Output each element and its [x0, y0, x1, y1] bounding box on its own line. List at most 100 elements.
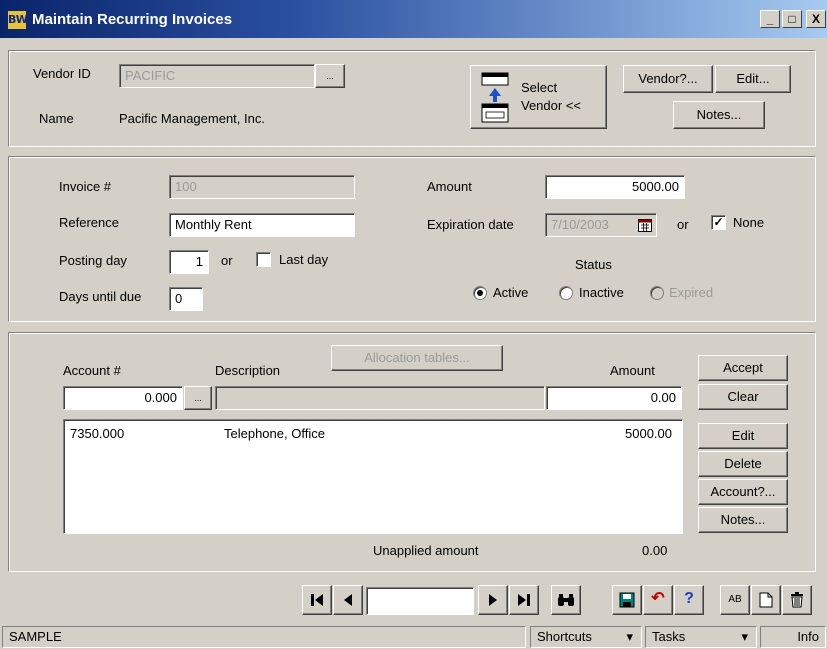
invoice-number-field[interactable]: 100 [169, 175, 355, 199]
first-record-icon [311, 594, 323, 606]
reference-field[interactable]: Monthly Rent [169, 213, 355, 237]
invoice-number-label: Invoice # [59, 179, 112, 194]
posting-or-label: or [221, 253, 233, 268]
first-record-button[interactable] [302, 585, 332, 615]
status-active-radio[interactable] [473, 286, 487, 300]
expiration-date-value: 7/10/2003 [551, 217, 609, 232]
list-item-account: 7350.000 [70, 426, 125, 441]
invoice-panel: Invoice # 100 Reference Monthly Rent Pos… [8, 156, 816, 322]
last-day-label: Last day [279, 252, 329, 267]
account-column-header: Account # [63, 363, 121, 378]
previous-record-button[interactable] [333, 585, 363, 615]
status-bar: SAMPLE Shortcuts ▾ Tasks ▾ Info [0, 624, 827, 649]
save-button[interactable] [612, 585, 642, 615]
clear-button[interactable]: Clear [698, 384, 788, 410]
vendor-panel: Vendor ID PACIFIC ... Name Pacific Manag… [8, 50, 816, 147]
close-button[interactable]: X [806, 10, 826, 28]
last-day-checkbox[interactable] [256, 252, 271, 267]
distribution-list[interactable]: 7350.000 Telephone, Office 5000.00 [63, 419, 683, 534]
info-menu[interactable]: Info [760, 626, 826, 648]
status-expired-radio[interactable] [650, 286, 664, 300]
calendar-icon[interactable] [638, 218, 652, 232]
vendor-id-field[interactable]: PACIFIC [119, 64, 315, 88]
app-logo-icon: BW [8, 11, 28, 29]
status-expired-label: Expired [669, 285, 714, 300]
name-label: Name [39, 111, 74, 126]
line-delete-button[interactable]: Delete [698, 451, 788, 477]
navigation-toolbar: ↶ ? AB [0, 580, 827, 620]
tasks-menu[interactable]: Tasks ▾ [645, 626, 757, 648]
maximize-button[interactable]: □ [782, 10, 802, 28]
minimize-button[interactable]: _ [760, 10, 780, 28]
vendor-notes-button[interactable]: Notes... [673, 101, 765, 129]
record-navigator-input[interactable] [366, 587, 474, 615]
amount-label: Amount [427, 179, 472, 194]
next-record-icon [489, 594, 497, 606]
days-until-due-label: Days until due [59, 289, 142, 304]
new-document-icon [759, 592, 773, 608]
title-bar[interactable]: BW Maintain Recurring Invoices _ □ X [0, 0, 827, 38]
allocation-tables-button[interactable]: Allocation tables... [331, 345, 503, 371]
shortcuts-label: Shortcuts [537, 629, 592, 644]
last-record-icon [518, 594, 530, 606]
select-vendor-button[interactable]: Select Vendor << [470, 65, 607, 129]
distribution-panel: Allocation tables... Account # Descripti… [8, 332, 816, 572]
last-record-button[interactable] [509, 585, 539, 615]
info-label: Info [797, 629, 819, 644]
tasks-dropdown-icon: ▾ [741, 629, 748, 644]
account-number-input[interactable]: 0.000 [63, 386, 183, 410]
line-notes-button[interactable]: Notes... [698, 507, 788, 533]
vendor-browse-button[interactable]: ... [315, 64, 345, 88]
save-icon [619, 592, 635, 608]
status-inactive-radio[interactable] [559, 286, 573, 300]
window-title: Maintain Recurring Invoices [32, 11, 233, 28]
expiration-date-label: Expiration date [427, 217, 514, 232]
new-record-button[interactable] [751, 585, 781, 615]
description-column-header: Description [215, 363, 281, 378]
vendor-lookup-button[interactable]: Vendor?... [623, 65, 713, 93]
previous-record-icon [344, 594, 352, 606]
expiration-date-field[interactable]: 7/10/2003 [545, 213, 657, 237]
unapplied-amount-value: 0.00 [642, 543, 668, 558]
list-item[interactable]: 7350.000 Telephone, Office 5000.00 [64, 424, 682, 442]
none-label: None [733, 215, 765, 230]
select-vendor-label-line2: Vendor << [521, 98, 581, 113]
delete-record-button[interactable] [782, 585, 812, 615]
help-button[interactable]: ? [674, 585, 704, 615]
tasks-label: Tasks [652, 629, 686, 644]
status-inactive-label: Inactive [579, 285, 624, 300]
select-vendor-icon [481, 72, 509, 123]
find-button[interactable] [551, 585, 581, 615]
main-window: BW Maintain Recurring Invoices _ □ X Ven… [0, 0, 827, 649]
posting-day-label: Posting day [59, 253, 127, 268]
binoculars-icon [558, 594, 574, 606]
accept-button[interactable]: Accept [698, 355, 788, 381]
shortcuts-menu[interactable]: Shortcuts ▾ [530, 626, 642, 648]
description-input[interactable] [215, 386, 545, 410]
line-edit-button[interactable]: Edit [698, 423, 788, 449]
undo-button[interactable]: ↶ [643, 585, 673, 615]
line-amount-input[interactable]: 0.00 [546, 386, 682, 410]
list-item-amount: 5000.00 [625, 426, 672, 441]
reference-label: Reference [59, 215, 119, 230]
posting-day-field[interactable]: 1 [169, 250, 209, 274]
next-record-button[interactable] [478, 585, 508, 615]
unapplied-amount-label: Unapplied amount [373, 543, 479, 558]
status-active-label: Active [493, 285, 529, 300]
select-vendor-label-line1: Select [521, 80, 558, 95]
list-item-description: Telephone, Office [224, 426, 325, 441]
spell-check-button[interactable]: AB [720, 585, 750, 615]
none-checkbox[interactable]: ✓ [711, 215, 726, 230]
vendor-name-value: Pacific Management, Inc. [119, 111, 265, 126]
amount-field[interactable]: 5000.00 [545, 175, 685, 199]
days-until-due-field[interactable]: 0 [169, 287, 203, 311]
vendor-edit-button[interactable]: Edit... [715, 65, 791, 93]
shortcuts-dropdown-icon: ▾ [626, 629, 633, 644]
account-lookup-button[interactable]: Account?... [698, 479, 788, 505]
account-browse-button[interactable]: ... [184, 386, 212, 410]
status-company: SAMPLE [2, 626, 526, 648]
expiration-or-label: or [677, 217, 689, 232]
trash-icon [791, 592, 803, 608]
amount-column-header: Amount [610, 363, 655, 378]
vendor-id-label: Vendor ID [33, 66, 91, 81]
